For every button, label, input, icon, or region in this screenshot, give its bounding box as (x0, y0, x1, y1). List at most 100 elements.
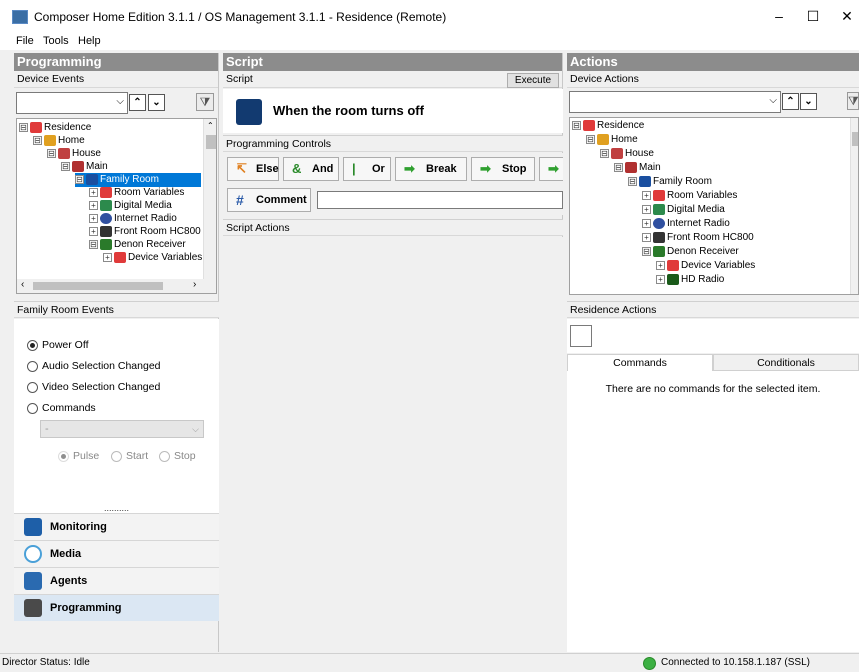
tree-node-device-variables[interactable]: +Device Variables⌄ (103, 251, 214, 265)
action-tree-node-family-room[interactable]: ⊟ Family Room (628, 175, 712, 189)
radio-icon[interactable] (58, 450, 69, 462)
device-actions-tree[interactable]: ⊟ Residence ⊟ Home ⊟ House ⊟ Main ⊟ Family Ro… (569, 117, 859, 295)
device-search-combo[interactable]: ⌵ (16, 92, 128, 114)
else-icon: ↸ (236, 161, 247, 176)
nav-media[interactable]: Media (14, 540, 219, 567)
action-search-combo[interactable]: ⌵ (569, 91, 781, 113)
tree-node-digital-media[interactable]: + Digital Media (89, 199, 172, 213)
break-button[interactable]: ➡ Break (395, 157, 467, 181)
action-tree-down-button[interactable]: ⌄ (800, 93, 817, 110)
stop-option[interactable]: Stop (159, 449, 196, 463)
menu-tools[interactable]: Tools (43, 35, 69, 47)
tree-horizontal-scrollbar[interactable]: ‹ › (17, 279, 216, 293)
tab-commands[interactable]: Commands (567, 354, 713, 371)
action-tree-node-front-room-hc800[interactable]: + Front Room HC800 (642, 231, 754, 245)
stop-button[interactable]: ➡ Stop (471, 157, 535, 181)
device-events-tree[interactable]: ⊟ Residence ⊟ Home ⊟ House ⊟ Main ⊟ Family Ro… (16, 118, 217, 294)
arrow-right-icon: ➡ (404, 161, 415, 176)
radio-icon[interactable] (27, 339, 38, 351)
tab-conditionals[interactable]: Conditionals (713, 354, 859, 371)
else-button[interactable]: ↸ Else (227, 157, 279, 181)
and-button[interactable]: & And (283, 157, 339, 181)
residence-action-input[interactable] (570, 325, 592, 347)
event-commands[interactable]: Commands (27, 401, 96, 415)
scroll-up-icon[interactable]: ⌃ (207, 121, 214, 130)
script-panel: Script Script Execute When the room turn… (223, 53, 563, 652)
residence-icon (583, 119, 595, 131)
connected-icon (643, 657, 656, 670)
hd-radio-icon (667, 273, 679, 285)
chevron-down-icon: ⌵ (116, 96, 124, 107)
variables-icon (653, 189, 665, 201)
menu-bar: File Tools Help (0, 34, 859, 50)
action-tree-node-residence[interactable]: ⊟ Residence (572, 119, 644, 133)
script-event-title: When the room turns off (273, 103, 424, 118)
action-tree-node-home[interactable]: ⊟ Home (586, 133, 638, 147)
tree-node-front-room-hc800[interactable]: + Front Room HC800 (89, 225, 201, 239)
action-tree-node-denon-receiver[interactable]: ⊟ Denon Receiver (642, 245, 739, 259)
device-events-label: Device Events (14, 71, 218, 88)
empty-commands-message: There are no commands for the selected i… (605, 383, 821, 395)
action-tree-node-digital-media[interactable]: + Digital Media (642, 203, 725, 217)
tree-node-room-variables[interactable]: + Room Variables (89, 186, 184, 200)
menu-help[interactable]: Help (78, 35, 101, 47)
filter-icon[interactable]: ⧩ (196, 93, 214, 111)
nav-programming[interactable]: Programming (14, 594, 219, 621)
event-video-selection-changed[interactable]: Video Selection Changed (27, 380, 160, 394)
chevron-down-icon: ⌵ (192, 424, 199, 434)
event-power-off[interactable]: Power Off (27, 338, 89, 352)
execute-button[interactable]: Execute (507, 73, 559, 88)
tree-up-button[interactable]: ⌃ (129, 94, 146, 111)
menu-file[interactable]: File (16, 35, 34, 47)
or-button[interactable]: | Or (343, 157, 391, 181)
tree-node-main[interactable]: ⊟ Main (61, 160, 108, 174)
script-actions-label: Script Actions (223, 219, 563, 236)
tree-node-home[interactable]: ⊟ Home (33, 134, 85, 148)
scroll-h-thumb[interactable] (33, 282, 163, 290)
action-tree-node-device-variables[interactable]: + Device Variables (656, 259, 755, 273)
tree-node-house[interactable]: ⊟ House (47, 147, 101, 161)
room-icon (639, 175, 651, 187)
action-tree-node-house[interactable]: ⊟ House (600, 147, 654, 161)
radio-icon[interactable] (27, 402, 38, 414)
radio-icon[interactable] (159, 450, 170, 462)
action-tree-scrollbar[interactable] (850, 118, 858, 294)
nav-agents[interactable]: Agents (14, 567, 219, 594)
commands-select[interactable]: - ⌵ (40, 420, 204, 438)
minimize-button[interactable]: – (764, 6, 794, 26)
event-audio-selection-changed[interactable]: Audio Selection Changed (27, 359, 161, 373)
close-button[interactable]: ✕ (832, 6, 859, 26)
control4-logo-icon (236, 99, 262, 125)
tree-down-button[interactable]: ⌄ (148, 94, 165, 111)
arrow-right-icon: ➡ (548, 161, 559, 176)
tree-node-residence[interactable]: ⊟ Residence (19, 121, 91, 135)
comment-button[interactable]: # Comment (227, 188, 311, 212)
family-room-events-label: Family Room Events (14, 301, 219, 318)
start-option[interactable]: Start (111, 449, 148, 463)
tree-vertical-scrollbar[interactable]: ⌃ (203, 119, 216, 279)
tree-node-denon-receiver[interactable]: ⊟ Denon Receiver (89, 238, 186, 252)
action-tree-node-internet-radio[interactable]: + Internet Radio (642, 217, 730, 231)
floor-icon (72, 160, 84, 172)
maximize-button[interactable]: ☐ (798, 6, 828, 26)
radio-icon[interactable] (111, 450, 122, 462)
script-actions-area[interactable] (223, 237, 563, 652)
more-control-button[interactable]: ➡ (539, 157, 563, 181)
scroll-thumb[interactable] (206, 135, 216, 149)
hash-icon: # (236, 192, 244, 208)
pulse-option[interactable]: Pulse (58, 449, 99, 463)
scroll-left-icon[interactable]: ‹ (21, 279, 24, 290)
tree-node-family-room[interactable]: ⊟ Family Room (75, 173, 201, 187)
action-tree-node-room-variables[interactable]: + Room Variables (642, 189, 737, 203)
action-tree-node-main[interactable]: ⊟ Main (614, 161, 661, 175)
scroll-thumb[interactable] (852, 132, 858, 146)
comment-input[interactable] (317, 191, 563, 209)
action-tree-node-hd-radio[interactable]: + HD Radio (656, 273, 724, 287)
filter-icon[interactable]: ⧩ (847, 92, 859, 110)
radio-icon[interactable] (27, 360, 38, 372)
tree-node-internet-radio[interactable]: + Internet Radio (89, 212, 177, 226)
nav-monitoring[interactable]: Monitoring (14, 513, 219, 540)
scroll-right-icon[interactable]: › (193, 279, 196, 290)
action-tree-up-button[interactable]: ⌃ (782, 93, 799, 110)
radio-icon[interactable] (27, 381, 38, 393)
